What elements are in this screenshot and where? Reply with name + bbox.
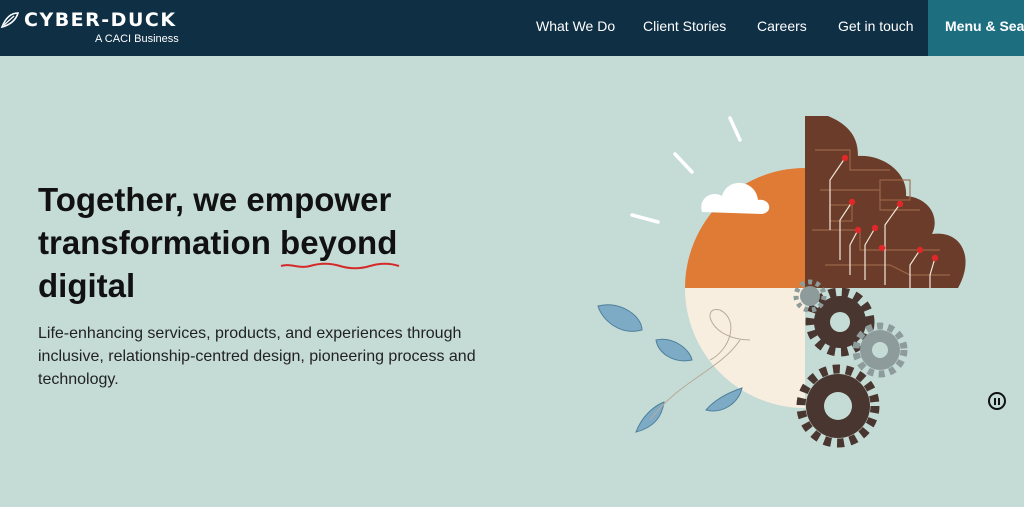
hero-title-part2: digital <box>38 267 136 304</box>
pause-icon[interactable] <box>988 392 1006 410</box>
hero-title-highlight: beyond <box>280 221 400 270</box>
hero-title: Together, we empower transformation beyo… <box>38 178 468 307</box>
hero-illustration <box>597 116 966 448</box>
site-header: CYBER-DUCK A CACI Business What We Do Cl… <box>0 0 1024 56</box>
nav-item-what-we-do[interactable]: What We Do <box>536 18 615 34</box>
hero-title-highlight-text: beyond <box>280 224 398 261</box>
hero-description: Life-enhancing services, products, and e… <box>38 325 476 388</box>
brand-tagline: A CACI Business <box>95 33 179 45</box>
nav-item-careers[interactable]: Careers <box>757 18 807 34</box>
menu-search-label: Menu & Search <box>945 18 1024 34</box>
duck-feather-icon <box>0 12 20 29</box>
nav-item-client-stories[interactable]: Client Stories <box>643 18 726 34</box>
nav-item-get-in-touch[interactable]: Get in touch <box>838 18 914 34</box>
underline-squiggle <box>280 262 400 270</box>
menu-search-button[interactable]: Menu & Search <box>928 0 1024 56</box>
brand-name: CYBER-DUCK <box>24 9 177 31</box>
